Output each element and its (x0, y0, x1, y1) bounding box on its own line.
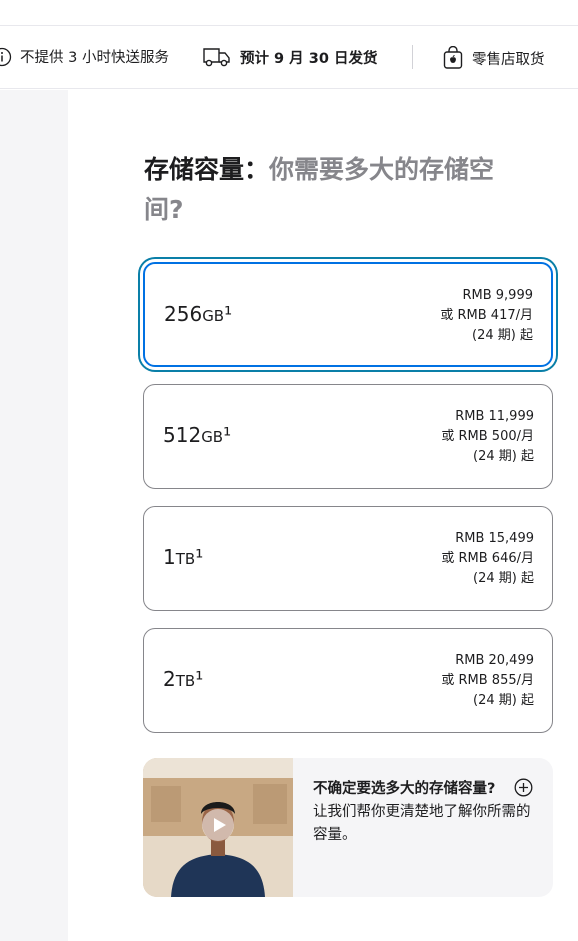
capacity-label: 512GB¹ (163, 423, 232, 447)
storage-heading: 存储容量：你需要多大的存储空间? (144, 150, 524, 230)
monthly-price: 或 RMB 855/月 (441, 673, 534, 688)
full-price: RMB 9,999 (462, 288, 533, 303)
price-info: RMB 20,499 或 RMB 855/月 (24 期) 起 (441, 651, 534, 711)
play-icon[interactable] (201, 808, 235, 846)
monthly-price: 或 RMB 646/月 (441, 551, 534, 566)
price-info: RMB 11,999 或 RMB 500/月 (24 期) 起 (441, 407, 534, 467)
capacity-label: 2TB¹ (163, 667, 204, 691)
shipping-text: 预计 9 月 30 日发货 (240, 50, 378, 67)
storage-option-2tb[interactable]: 2TB¹ RMB 20,499 或 RMB 855/月 (24 期) 起 (143, 628, 553, 733)
help-text: 不确定要选多大的存储容量? 让我们帮你更清楚地了解你所需的容量。 (313, 778, 538, 847)
help-body: 让我们帮你更清楚地了解你所需的容量。 (313, 804, 531, 843)
storage-option-256gb[interactable]: 256GB¹ RMB 9,999 或 RMB 417/月 (24 期) 起 (143, 262, 553, 367)
left-panel (0, 90, 68, 941)
capacity-label: 1TB¹ (163, 545, 204, 569)
installment-term: (24 期) 起 (473, 693, 534, 708)
storage-heading-title: 存储容量： (144, 155, 270, 184)
store-pickup-info[interactable]: 零售店取货 (442, 46, 545, 70)
full-price: RMB 15,499 (455, 531, 534, 546)
price-info: RMB 9,999 或 RMB 417/月 (24 期) 起 (440, 286, 533, 346)
price-info: RMB 15,499 或 RMB 646/月 (24 期) 起 (441, 529, 534, 589)
help-title: 不确定要选多大的存储容量? (313, 781, 496, 797)
shipping-info: 预计 9 月 30 日发货 (202, 46, 377, 68)
express-delivery-info: 不提供 3 小时快送服务 (0, 46, 169, 67)
storage-option-1tb[interactable]: 1TB¹ RMB 15,499 或 RMB 646/月 (24 期) 起 (143, 506, 553, 611)
monthly-price: 或 RMB 500/月 (441, 429, 534, 444)
top-divider (0, 25, 578, 26)
delivery-bar: 不提供 3 小时快送服务 预计 9 月 30 日发货 零售店取货 (0, 0, 578, 89)
installment-term: (24 期) 起 (473, 449, 534, 464)
storage-option-512gb[interactable]: 512GB¹ RMB 11,999 或 RMB 500/月 (24 期) 起 (143, 384, 553, 489)
installment-term: (24 期) 起 (473, 571, 534, 586)
express-delivery-text: 不提供 3 小时快送服务 (20, 50, 169, 66)
apple-bag-icon (442, 46, 464, 70)
installment-term: (24 期) 起 (472, 328, 533, 343)
storage-help-video-card[interactable]: 不确定要选多大的存储容量? 让我们帮你更清楚地了解你所需的容量。 (143, 758, 553, 897)
bar-divider (412, 45, 413, 69)
full-price: RMB 11,999 (455, 409, 534, 424)
info-circle-icon (0, 47, 12, 67)
plus-circle-icon[interactable] (514, 778, 533, 801)
capacity-label: 256GB¹ (164, 302, 233, 326)
monthly-price: 或 RMB 417/月 (440, 308, 533, 323)
truck-icon (202, 46, 232, 68)
full-price: RMB 20,499 (455, 653, 534, 668)
store-pickup-text: 零售店取货 (472, 51, 545, 68)
